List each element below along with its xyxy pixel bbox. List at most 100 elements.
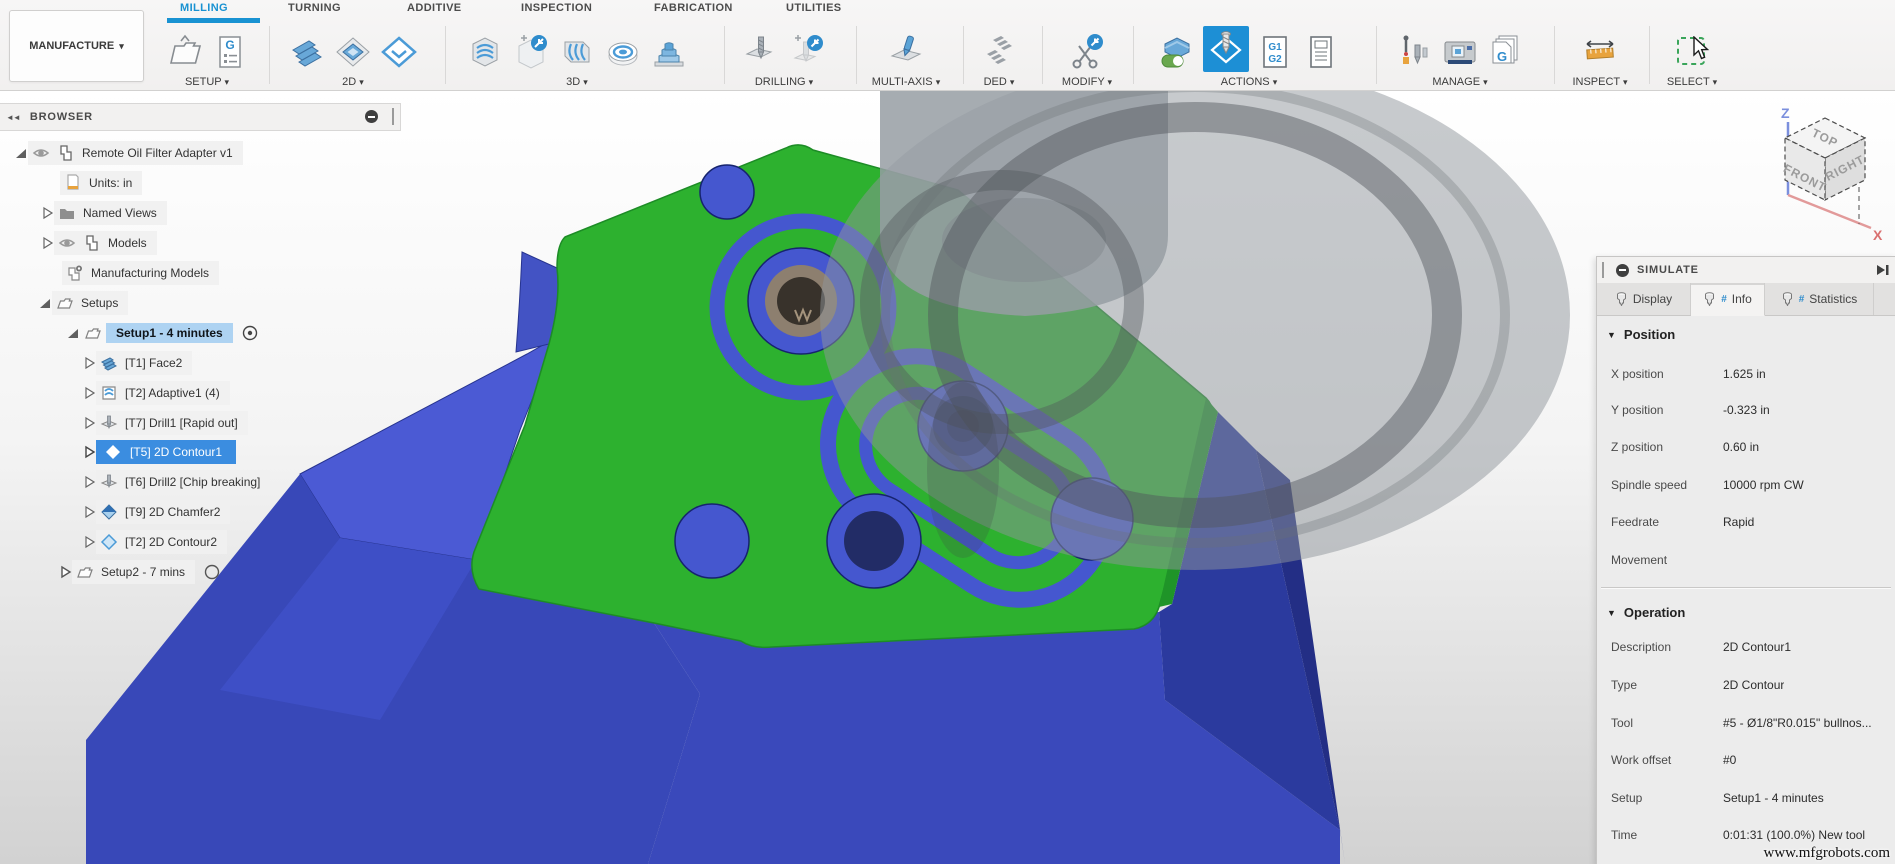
2d-contour-icon[interactable] bbox=[379, 32, 419, 72]
tree-row-setup2[interactable]: Setup2 - 7 mins bbox=[58, 559, 221, 585]
section-position[interactable]: ▼ Position bbox=[1607, 327, 1675, 342]
tree-row-op-face2[interactable]: [T1] Face2 bbox=[82, 350, 192, 376]
inactive-setup-circle-icon[interactable] bbox=[203, 563, 221, 581]
collapsed-arrow-icon[interactable] bbox=[82, 416, 96, 430]
group-label-actions[interactable]: ACTIONS ▾ bbox=[1140, 76, 1358, 88]
group-label-ded[interactable]: DED ▾ bbox=[968, 76, 1030, 88]
setup-sheet-report-icon[interactable] bbox=[1301, 32, 1341, 72]
collapsed-arrow-icon[interactable] bbox=[82, 386, 96, 400]
tab-inspection[interactable]: INSPECTION bbox=[521, 2, 592, 14]
tree-item-label[interactable]: Models bbox=[108, 236, 147, 250]
active-setup-target-icon[interactable] bbox=[241, 324, 259, 342]
ded-icon[interactable] bbox=[979, 32, 1019, 72]
collapsed-arrow-icon[interactable] bbox=[82, 445, 96, 459]
view-cube[interactable]: Z X TOP FRONT RIGHT bbox=[1755, 100, 1895, 250]
visibility-eye-icon[interactable] bbox=[32, 144, 50, 162]
section-operation[interactable]: ▼ Operation bbox=[1607, 605, 1685, 620]
tree-row-setups[interactable]: Setups bbox=[38, 290, 128, 316]
tab-display[interactable]: Display bbox=[1597, 283, 1691, 315]
group-label-drilling[interactable]: DRILLING ▾ bbox=[732, 76, 836, 88]
collapsed-arrow-icon[interactable] bbox=[82, 505, 96, 519]
simulate-with-stock-icon[interactable] bbox=[1157, 32, 1197, 72]
simulate-header[interactable]: SIMULATE bbox=[1597, 257, 1895, 284]
tab-statistics[interactable]: # Statistics bbox=[1765, 283, 1874, 315]
expanded-arrow-icon[interactable] bbox=[66, 326, 80, 340]
setup-sheet-icon[interactable]: G bbox=[210, 32, 250, 72]
tree-item-label[interactable]: Remote Oil Filter Adapter v1 bbox=[82, 146, 233, 160]
ramp-icon[interactable] bbox=[649, 32, 689, 72]
tree-item-label[interactable]: [T5] 2D Contour1 bbox=[130, 445, 222, 459]
tree-row-manufacturing-models[interactable]: Manufacturing Models bbox=[62, 260, 219, 286]
group-label-manage[interactable]: MANAGE ▾ bbox=[1382, 76, 1538, 88]
tree-item-label[interactable]: [T6] Drill2 [Chip breaking] bbox=[125, 475, 260, 489]
modify-icon[interactable] bbox=[1067, 32, 1107, 72]
tree-row-op-adaptive1[interactable]: [T2] Adaptive1 (4) bbox=[82, 380, 230, 406]
expanded-arrow-icon[interactable] bbox=[14, 146, 28, 160]
multi-axis-icon[interactable] bbox=[886, 32, 926, 72]
tab-fabrication[interactable]: FABRICATION bbox=[654, 2, 733, 14]
3d-pocket-new-icon[interactable] bbox=[511, 32, 551, 72]
browser-minimize-icon[interactable] bbox=[365, 110, 378, 123]
tab-turning[interactable]: TURNING bbox=[288, 2, 341, 14]
tree-row-units[interactable]: Units: in bbox=[60, 170, 142, 196]
group-label-modify[interactable]: MODIFY ▾ bbox=[1042, 76, 1132, 88]
post-library-icon[interactable]: G bbox=[1486, 32, 1526, 72]
tree-row-named-views[interactable]: Named Views bbox=[40, 200, 167, 226]
collapsed-arrow-icon[interactable] bbox=[40, 236, 54, 250]
tree-row-root[interactable]: Remote Oil Filter Adapter v1 bbox=[14, 140, 243, 166]
collapsed-arrow-icon[interactable] bbox=[58, 565, 72, 579]
drill-new-icon[interactable] bbox=[787, 32, 827, 72]
2d-pocket-icon[interactable] bbox=[333, 32, 373, 72]
tree-row-op-2d-contour2[interactable]: [T2] 2D Contour2 bbox=[82, 529, 227, 555]
tree-item-label-active-setup[interactable]: Setup1 - 4 minutes bbox=[106, 323, 233, 343]
tree-item-label[interactable]: [T2] 2D Contour2 bbox=[125, 535, 217, 549]
tree-item-label[interactable]: Named Views bbox=[83, 206, 157, 220]
group-label-3d[interactable]: 3D ▾ bbox=[455, 76, 699, 88]
tree-row-models[interactable]: Models bbox=[40, 230, 157, 256]
simulate-button-active[interactable] bbox=[1203, 26, 1249, 72]
tree-item-label[interactable]: [T1] Face2 bbox=[125, 356, 182, 370]
browser-scrollbar[interactable] bbox=[392, 108, 394, 125]
collapsed-arrow-icon[interactable] bbox=[82, 356, 96, 370]
tab-info[interactable]: # Info bbox=[1691, 283, 1765, 316]
panel-grip[interactable] bbox=[1602, 262, 1604, 278]
face-icon[interactable] bbox=[287, 32, 327, 72]
collapse-browser-icon[interactable]: ◄◄ bbox=[6, 113, 20, 122]
group-label-select[interactable]: SELECT ▾ bbox=[1652, 76, 1732, 88]
tree-item-label[interactable]: Units: in bbox=[89, 176, 132, 190]
collapsed-arrow-icon[interactable] bbox=[82, 475, 96, 489]
tab-additive[interactable]: ADDITIVE bbox=[407, 2, 462, 14]
group-label-inspect[interactable]: INSPECT ▾ bbox=[1560, 76, 1640, 88]
group-label-multiaxis[interactable]: MULTI-AXIS ▾ bbox=[862, 76, 950, 88]
visibility-eye-icon[interactable] bbox=[58, 234, 76, 252]
tree-item-label[interactable]: [T9] 2D Chamfer2 bbox=[125, 505, 220, 519]
post-process-icon[interactable]: G1G2 bbox=[1255, 32, 1295, 72]
group-label-2d[interactable]: 2D ▾ bbox=[278, 76, 428, 88]
measure-icon[interactable] bbox=[1580, 32, 1620, 72]
parallel-icon[interactable] bbox=[557, 32, 597, 72]
collapsed-arrow-icon[interactable] bbox=[82, 535, 96, 549]
tree-row-op-2d-chamfer2[interactable]: [T9] 2D Chamfer2 bbox=[82, 499, 230, 525]
collapsed-arrow-icon[interactable] bbox=[40, 206, 54, 220]
tree-item-label[interactable]: [T7] Drill1 [Rapid out] bbox=[125, 416, 238, 430]
tab-milling[interactable]: MILLING bbox=[180, 2, 228, 14]
group-label-setup[interactable]: SETUP ▾ bbox=[152, 76, 262, 88]
tree-item-label[interactable]: Manufacturing Models bbox=[91, 266, 209, 280]
tab-utilities[interactable]: UTILITIES bbox=[786, 2, 842, 14]
tool-library-icon[interactable] bbox=[1394, 32, 1434, 72]
panel-minimize-icon[interactable] bbox=[1616, 264, 1629, 277]
tree-row-op-drill1[interactable]: [T7] Drill1 [Rapid out] bbox=[82, 410, 248, 436]
tree-row-op-2d-contour1-selected[interactable]: [T5] 2D Contour1 bbox=[82, 439, 236, 465]
tree-row-op-drill2[interactable]: [T6] Drill2 [Chip breaking] bbox=[82, 469, 270, 495]
tree-item-label[interactable]: [T2] Adaptive1 (4) bbox=[125, 386, 220, 400]
tree-item-label[interactable]: Setups bbox=[81, 296, 118, 310]
tree-row-setup1[interactable]: Setup1 - 4 minutes bbox=[66, 320, 259, 346]
drill-icon[interactable] bbox=[741, 32, 781, 72]
bore-icon[interactable] bbox=[603, 32, 643, 72]
machine-library-icon[interactable] bbox=[1440, 32, 1480, 72]
skip-to-end-icon[interactable] bbox=[1876, 264, 1890, 276]
adaptive-clearing-icon[interactable] bbox=[465, 32, 505, 72]
new-setup-icon[interactable] bbox=[164, 32, 204, 72]
tree-item-label[interactable]: Setup2 - 7 mins bbox=[101, 565, 185, 579]
workspace-selector[interactable]: MANUFACTURE ▾ bbox=[9, 10, 144, 82]
